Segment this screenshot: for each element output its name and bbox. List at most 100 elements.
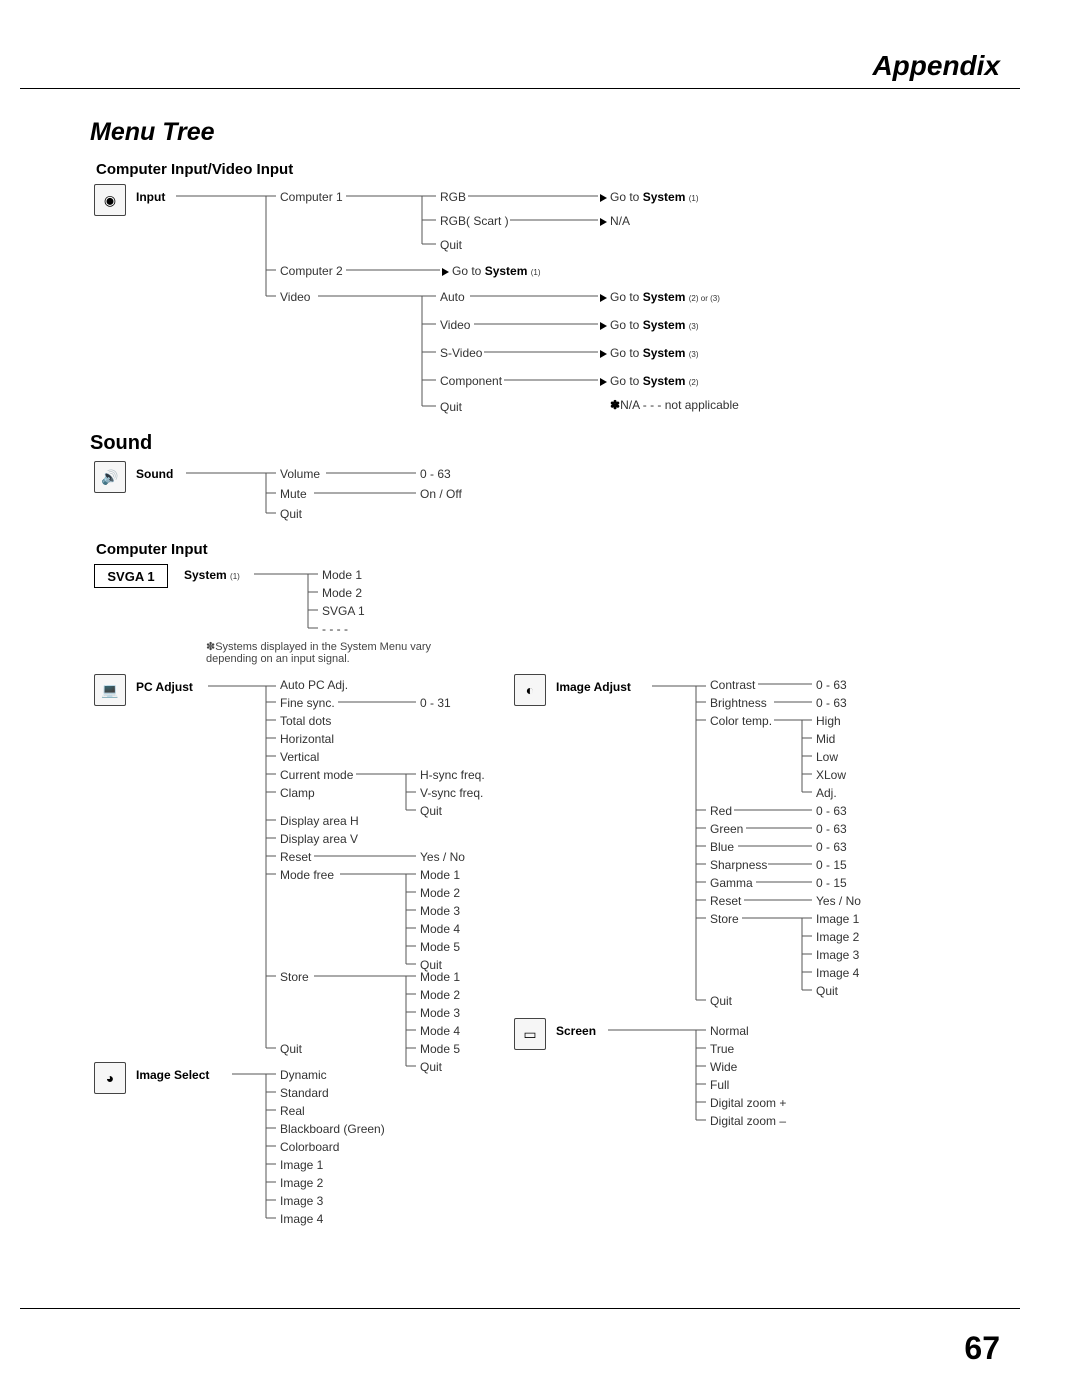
root-input-label: Input	[136, 190, 165, 204]
page-number: 67	[964, 1330, 1000, 1367]
pcadjust-icon: 💻	[94, 674, 126, 706]
b063: 0 - 63	[816, 696, 847, 710]
cur: Current mode	[280, 768, 353, 782]
i1: Image 1	[280, 1158, 323, 1172]
svid: S-Video	[440, 346, 482, 360]
iayn: Yes / No	[816, 894, 861, 908]
si4: Image 4	[816, 966, 859, 980]
rgb: RGB	[440, 190, 466, 204]
sound-diagram: 🔊 Sound Volume Mute Quit 0 - 63 On / Off	[90, 461, 1000, 521]
vs: V-sync freq.	[420, 786, 483, 800]
st5: Mode 5	[420, 1042, 460, 1056]
video-root: Video	[280, 290, 310, 304]
st3: Mode 3	[420, 1006, 460, 1020]
r063r: 0 - 63	[816, 804, 847, 818]
quit-s: Quit	[280, 507, 302, 521]
chapter-header: Appendix	[872, 50, 1000, 82]
gamma: Gamma	[710, 876, 753, 890]
comp1: Computer 1	[280, 190, 343, 204]
root-pcadjust: PC Adjust	[136, 680, 193, 694]
mf5: Mode 5	[420, 940, 460, 954]
stq: Quit	[420, 1060, 442, 1074]
reset: Reset	[280, 850, 311, 864]
root-system-label: System (1)	[184, 568, 240, 582]
green: Green	[710, 822, 743, 836]
gt2: Go to System (2)	[610, 374, 699, 388]
vid: Video	[440, 318, 470, 332]
q2: Quit	[420, 804, 442, 818]
page-title: Menu Tree	[90, 118, 1000, 147]
clamp: Clamp	[280, 786, 315, 800]
quit2: Quit	[440, 400, 462, 414]
wide: Wide	[710, 1060, 737, 1074]
mf4: Mode 4	[420, 922, 460, 936]
r031: 0 - 31	[420, 696, 451, 710]
i2: Image 2	[280, 1176, 323, 1190]
footer-rule	[20, 1308, 1020, 1309]
imageselect-icon: ◕	[94, 1062, 126, 1094]
mf2: Mode 2	[420, 886, 460, 900]
svga1: SVGA 1	[322, 604, 365, 618]
screen-icon: ▭	[514, 1018, 546, 1050]
siq: Quit	[816, 984, 838, 998]
c063: 0 - 63	[816, 678, 847, 692]
arrow-icon	[600, 294, 607, 302]
true: True	[710, 1042, 734, 1056]
gt3b: Go to System (3)	[610, 346, 699, 360]
bb: Blackboard (Green)	[280, 1122, 385, 1136]
sharp: Sharpness	[710, 858, 767, 872]
comp2: Computer 2	[280, 264, 343, 278]
cb: Colorboard	[280, 1140, 339, 1154]
r063: 0 - 63	[420, 467, 451, 481]
bri: Brightness	[710, 696, 767, 710]
m2: Mode 2	[322, 586, 362, 600]
root-sound-label: Sound	[136, 467, 173, 481]
auto: Auto	[440, 290, 465, 304]
real: Real	[280, 1104, 305, 1118]
imageadjust-icon: ◐	[514, 674, 546, 706]
na-note: ✽N/A - - - not applicable	[610, 398, 739, 412]
lower-block: 💻 PC Adjust Auto PC Adj. Fine sync. 0 - …	[90, 674, 1000, 1204]
norm: Normal	[710, 1024, 749, 1038]
low: Low	[816, 750, 838, 764]
r063b: 0 - 63	[816, 840, 847, 854]
mute: Mute	[280, 487, 307, 501]
i3: Image 3	[280, 1194, 323, 1208]
dzm: Digital zoom –	[710, 1114, 786, 1128]
finesync: Fine sync.	[280, 696, 335, 710]
s015: 0 - 15	[816, 858, 847, 872]
root-screen: Screen	[556, 1024, 596, 1038]
na: N/A	[610, 214, 630, 228]
mf3: Mode 3	[420, 904, 460, 918]
sound-icon: 🔊	[94, 461, 126, 493]
st4: Mode 4	[420, 1024, 460, 1038]
store: Store	[280, 970, 309, 984]
arrow-icon	[600, 378, 607, 386]
gt23: Go to System (2) or (3)	[610, 290, 720, 304]
component: Component	[440, 374, 502, 388]
gt3a: Go to System (3)	[610, 318, 699, 332]
ct: Color temp.	[710, 714, 772, 728]
pcquit: Quit	[280, 1042, 302, 1056]
si2: Image 2	[816, 930, 859, 944]
svga-box-icon: SVGA 1	[94, 564, 168, 588]
onoff: On / Off	[420, 487, 462, 501]
arrow-icon	[600, 218, 607, 226]
goto-sys1b: Go to System (1)	[452, 264, 541, 278]
contrast: Contrast	[710, 678, 755, 692]
arrow-icon	[600, 350, 607, 358]
autopc: Auto PC Adj.	[280, 678, 348, 692]
root-imageselect: Image Select	[136, 1068, 209, 1082]
st1: Mode 1	[420, 970, 460, 984]
mf: Mode free	[280, 868, 334, 882]
dzp: Digital zoom +	[710, 1096, 786, 1110]
iastore: Store	[710, 912, 739, 926]
dV: Display area V	[280, 832, 358, 846]
r063g: 0 - 63	[816, 822, 847, 836]
si3: Image 3	[816, 948, 859, 962]
st2: Mode 2	[420, 988, 460, 1002]
dots: - - - -	[322, 622, 348, 636]
gt1: Go to System (1)	[610, 190, 699, 204]
si1: Image 1	[816, 912, 859, 926]
subheading-input: Computer Input/Video Input	[96, 161, 1000, 178]
